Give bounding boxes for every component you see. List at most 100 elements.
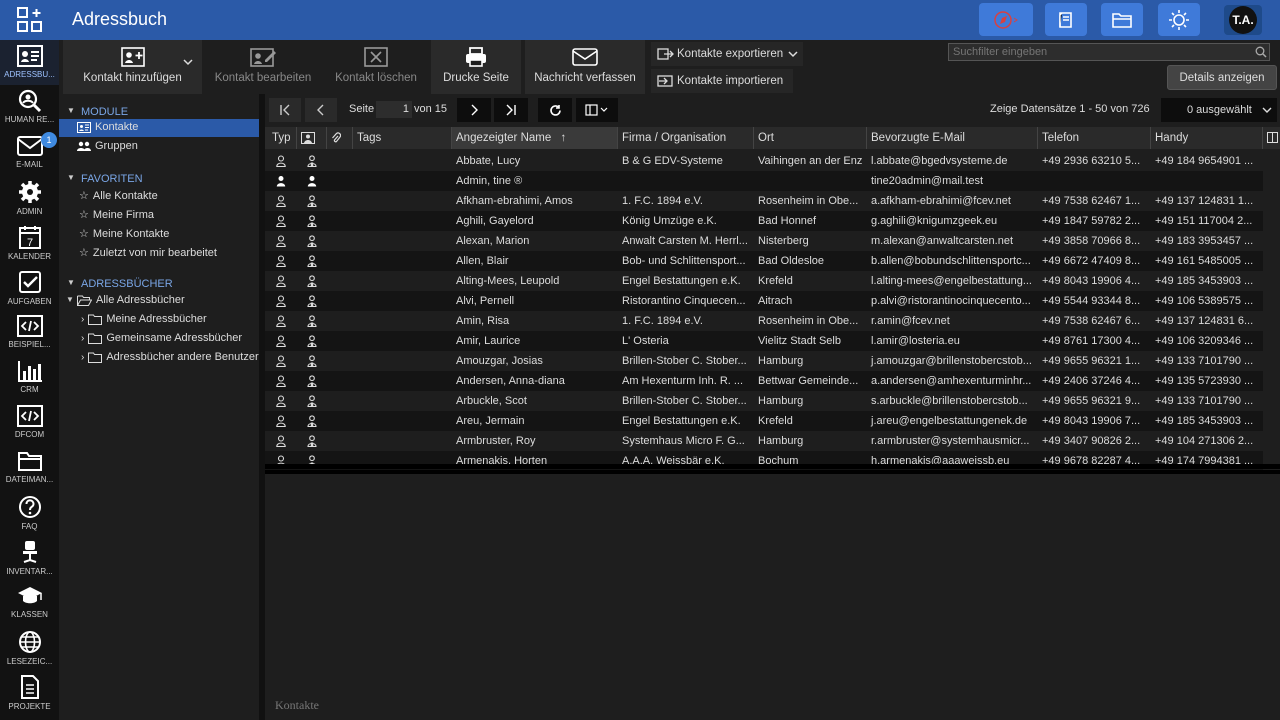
compass-button[interactable]	[979, 3, 1033, 36]
edit-contact-button[interactable]: Kontakt bearbeiten	[207, 40, 319, 94]
first-page-button[interactable]	[269, 98, 301, 122]
table-row[interactable]: Allen, Blair Bob- und Schlittensport... Ba…	[265, 251, 1263, 271]
grid-header: Typ Tags Angezeigter Name ↑ Firma / Orga…	[265, 127, 1280, 149]
export-contacts-button[interactable]: Kontakte exportieren	[651, 42, 803, 66]
folder-button[interactable]	[1101, 3, 1143, 36]
table-row[interactable]: Arbuckle, Scot Brillen-Stober C. Stober..…	[265, 391, 1263, 411]
favorite-last-edited[interactable]: ☆ Zuletzt von mir bearbeitet	[79, 246, 217, 260]
column-header-image[interactable]	[297, 127, 327, 149]
app-beispiel[interactable]: BEISPIEL...	[0, 310, 59, 355]
cell-mobile: +49 185 3453903 ...	[1155, 275, 1254, 287]
prev-page-button[interactable]	[305, 98, 337, 122]
book-button[interactable]	[1045, 3, 1087, 36]
tree-item-my-addressbooks[interactable]: › Meine Adressbücher	[81, 313, 207, 325]
compose-message-button[interactable]: Nachricht verfassen	[525, 40, 645, 94]
cell-city: Hamburg	[758, 395, 804, 407]
column-header-type[interactable]: Typ	[268, 127, 297, 149]
import-contacts-button[interactable]: Kontakte importieren	[651, 69, 793, 93]
app-dfcom[interactable]: DFCOM	[0, 400, 59, 445]
collapse-arrow-icon[interactable]: ▼	[67, 173, 75, 182]
cell-org: 1. F.C. 1894 e.V.	[622, 195, 703, 207]
collapse-arrow-icon[interactable]: ▼	[66, 295, 74, 304]
add-contact-dropdown[interactable]	[174, 48, 202, 78]
search-input[interactable]	[948, 43, 1270, 61]
app-aufgaben[interactable]: AUFGABEN	[0, 265, 59, 310]
cell-mobile: +49 161 5485005 ...	[1155, 255, 1254, 267]
table-row[interactable]: Amir, Laurice L' Osteria Vielitz Stadt Sel…	[265, 331, 1263, 351]
app-lesezeichen[interactable]: LESEZEIC...	[0, 625, 59, 670]
tree-item-all-addressbooks[interactable]: Alle Adressbücher	[77, 294, 185, 306]
contact-type-cell	[268, 391, 297, 411]
tree-item-shared-addressbooks[interactable]: › Gemeinsame Adressbücher	[81, 332, 242, 344]
attachment-cell	[327, 211, 353, 231]
column-header-tags[interactable]: Tags	[353, 127, 452, 149]
favorite-all-contacts[interactable]: ☆ Alle Kontakte	[79, 189, 158, 203]
show-details-button[interactable]: Details anzeigen	[1167, 65, 1277, 90]
column-header-email[interactable]: Bevorzugte E-Mail	[867, 127, 1038, 149]
selection-dropdown[interactable]: 0 ausgewählt	[1161, 98, 1277, 122]
column-header-organisation[interactable]: Firma / Organisation	[618, 127, 754, 149]
app-adressbuch[interactable]: ADRESSBU...	[0, 40, 59, 85]
column-header-display-name[interactable]: Angezeigter Name ↑	[452, 127, 618, 149]
column-header-mobile[interactable]: Handy	[1151, 127, 1263, 149]
table-row[interactable]: Admin, tine ® tine20admin@mail.test	[265, 171, 1263, 191]
app-projekte[interactable]: PROJEKTE	[0, 670, 59, 715]
chevron-right-icon[interactable]: ›	[81, 333, 84, 344]
favorite-my-contacts[interactable]: ☆ Meine Kontakte	[79, 227, 169, 241]
print-page-button[interactable]: Drucke Seite	[431, 40, 521, 94]
column-chooser-button[interactable]	[576, 98, 618, 122]
table-row[interactable]: Aghili, Gayelord König Umzüge e.K. Bad Hon…	[265, 211, 1263, 231]
app-inventar[interactable]: INVENTAR...	[0, 535, 59, 580]
favorite-my-company[interactable]: ☆ Meine Firma	[79, 208, 154, 222]
contact-type-cell	[268, 351, 297, 371]
table-row[interactable]: Abbate, Lucy B & G EDV-Systeme Vaihingen a…	[265, 151, 1263, 171]
horizontal-scrollbar[interactable]	[265, 464, 1280, 469]
search-icon[interactable]	[1255, 46, 1267, 58]
table-row[interactable]: Armbruster, Roy Systemhaus Micro F. G... H…	[265, 431, 1263, 451]
attachment-cell	[327, 231, 353, 251]
collapse-arrow-icon[interactable]: ▼	[67, 106, 75, 115]
contact-image-icon	[307, 435, 317, 448]
last-page-button[interactable]	[494, 98, 528, 122]
app-dateimanager[interactable]: DATEIMAN...	[0, 445, 59, 490]
table-row[interactable]: Alting-Mees, Leupold Engel Bestattungen e…	[265, 271, 1263, 291]
table-row[interactable]: Andersen, Anna-diana Am Hexenturm Inh. R.…	[265, 371, 1263, 391]
chevron-right-icon[interactable]: ›	[81, 314, 84, 325]
tree-item-gruppen[interactable]: Gruppen	[77, 140, 138, 152]
chevron-right-icon[interactable]: ›	[81, 352, 84, 363]
cell-name: Amir, Laurice	[456, 335, 521, 347]
app-kalender[interactable]: 7 KALENDER	[0, 220, 59, 265]
tree-item-other-users-addressbooks[interactable]: › Adressbücher andere Benutzer	[81, 351, 259, 363]
cell-mobile: +49 183 3953457 ...	[1155, 235, 1254, 247]
collapse-arrow-icon[interactable]: ▼	[67, 278, 75, 287]
contact-image-cell	[297, 371, 327, 391]
tags-cell	[353, 331, 452, 351]
column-header-city[interactable]: Ort	[754, 127, 867, 149]
table-row[interactable]: Alexan, Marion Anwalt Carsten M. Herrl...…	[265, 231, 1263, 251]
theme-button[interactable]	[1158, 3, 1200, 36]
user-avatar-button[interactable]: T.A.	[1224, 5, 1262, 35]
table-row[interactable]: Afkham-ebrahimi, Amos 1. F.C. 1894 e.V. Ro…	[265, 191, 1263, 211]
table-row[interactable]: Amouzgar, Josias Brillen-Stober C. Stober…	[265, 351, 1263, 371]
app-klassen[interactable]: KLASSEN	[0, 580, 59, 625]
app-grid-icon[interactable]	[17, 7, 43, 33]
delete-contact-button[interactable]: Kontakt löschen	[325, 40, 427, 94]
table-row[interactable]: Alvi, Pernell Ristorantino Cinquecen... Ai…	[265, 291, 1263, 311]
cell-org: L' Osteria	[622, 335, 669, 347]
column-header-phone[interactable]: Telefon	[1038, 127, 1151, 149]
column-settings-button[interactable]	[1263, 127, 1280, 149]
refresh-button[interactable]	[538, 98, 572, 122]
app-label: E-MAIL	[16, 160, 43, 169]
table-row[interactable]: Areu, Jermain Engel Bestattungen e.K. Kref…	[265, 411, 1263, 431]
next-page-button[interactable]	[457, 98, 491, 122]
tree-item-kontakte[interactable]: Kontakte	[77, 121, 138, 133]
column-header-attachment[interactable]	[327, 127, 353, 149]
app-crm[interactable]: CRM	[0, 355, 59, 400]
person-icon	[276, 235, 286, 248]
app-human-resources[interactable]: HUMAN RE...	[0, 85, 59, 130]
app-admin[interactable]: ADMIN	[0, 175, 59, 220]
favorite-label: Alle Kontakte	[92, 189, 158, 202]
table-row[interactable]: Amin, Risa 1. F.C. 1894 e.V. Rosenheim in …	[265, 311, 1263, 331]
app-faq[interactable]: FAQ	[0, 490, 59, 535]
page-input[interactable]: 1	[376, 101, 412, 118]
